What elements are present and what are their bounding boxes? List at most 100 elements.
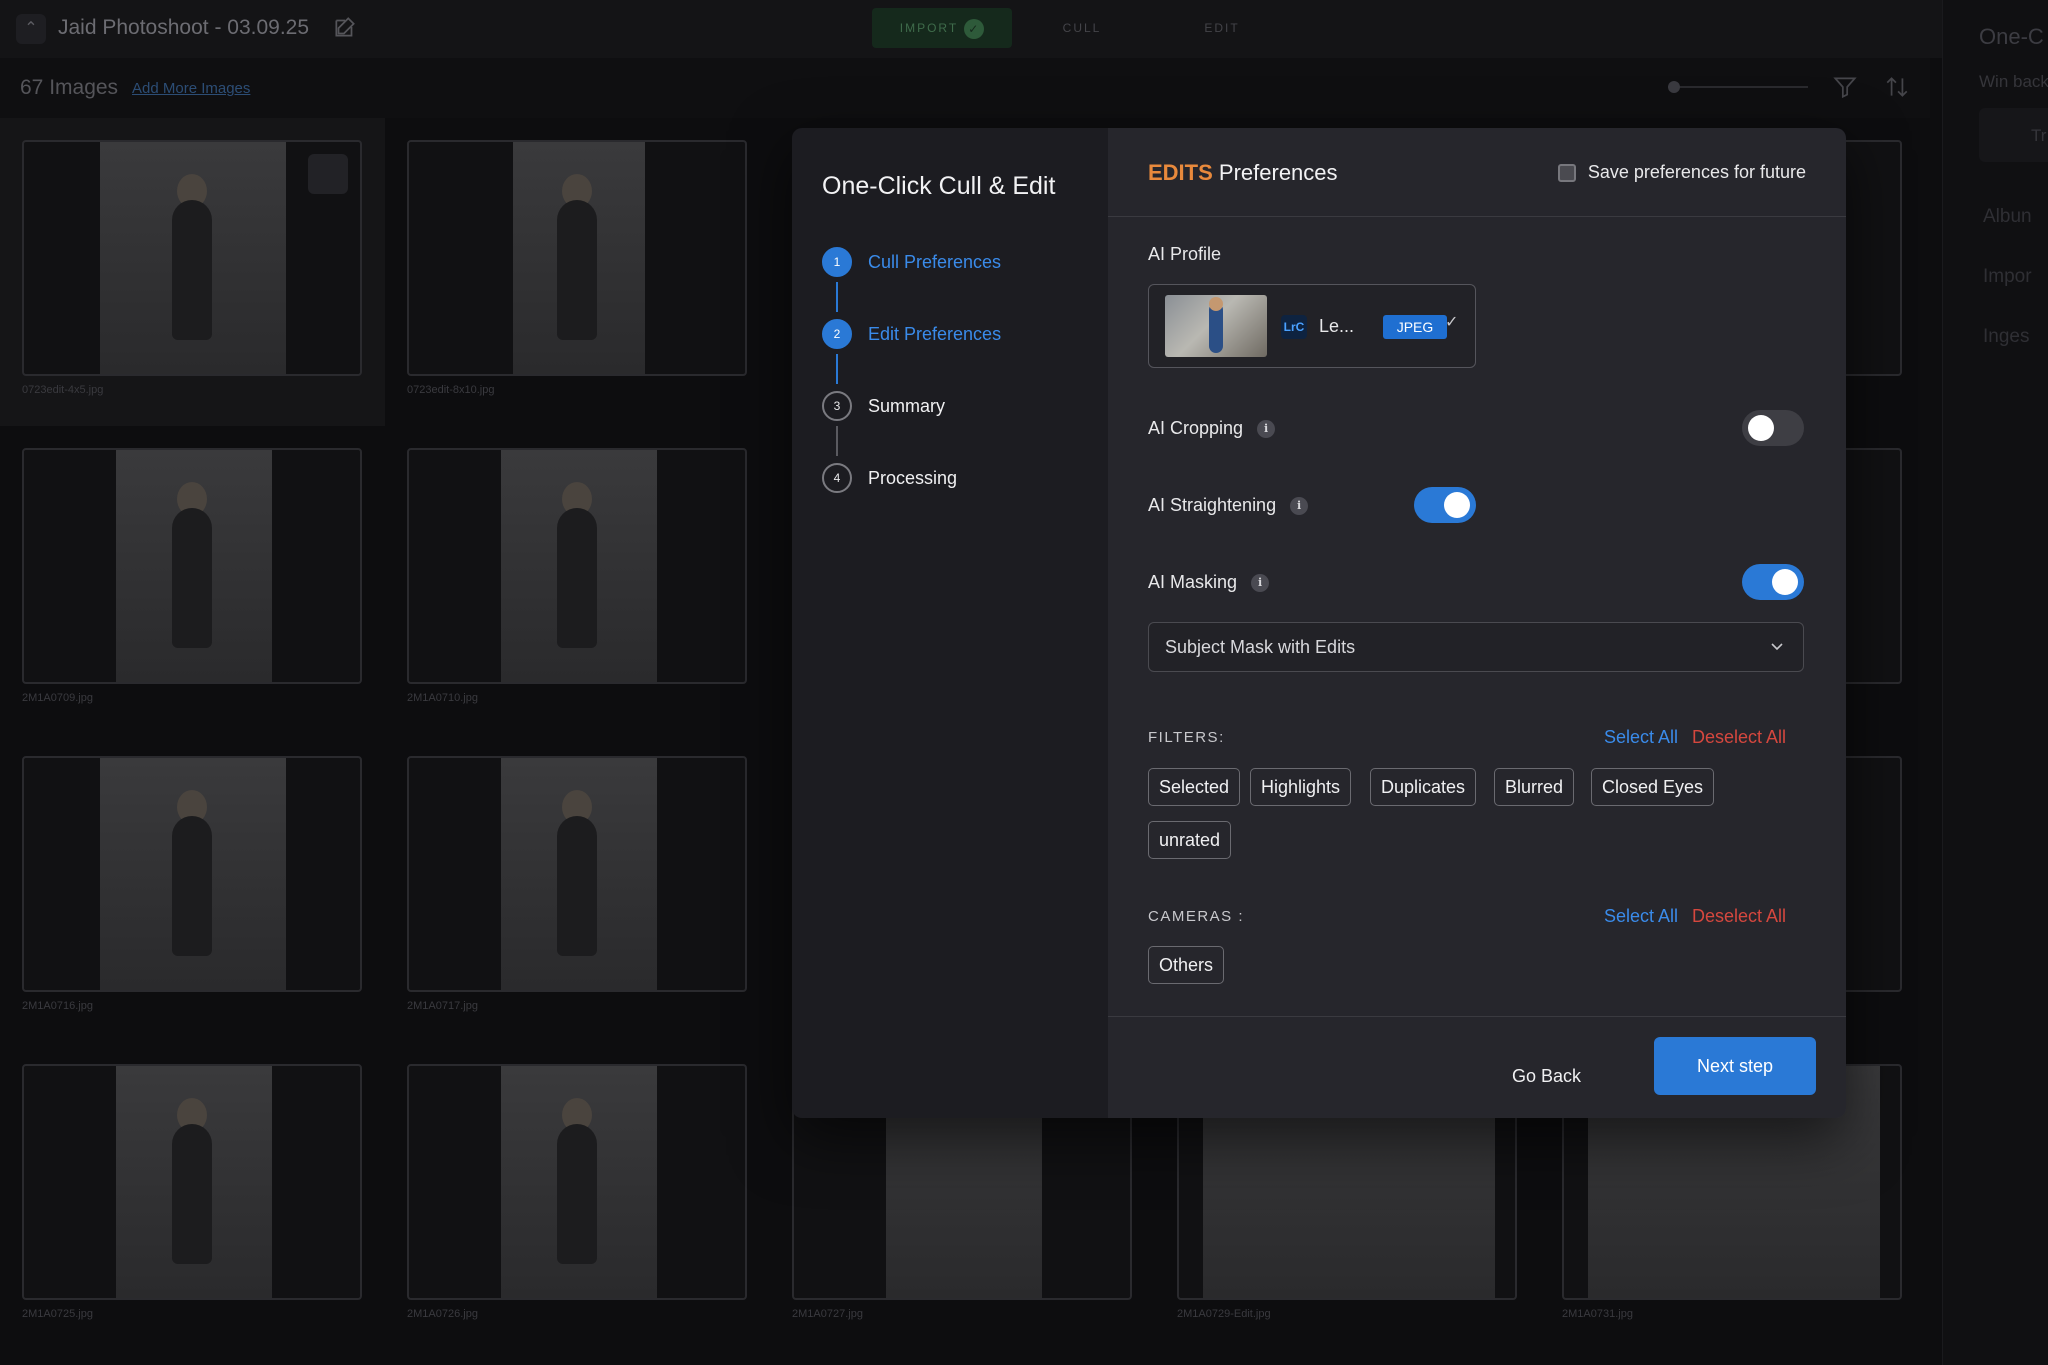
mask-type-select[interactable]: Subject Mask with Edits [1148, 622, 1804, 672]
filter-icon[interactable] [1832, 74, 1858, 100]
step-label: Processing [868, 467, 958, 488]
file-name: 2M1A0729-Edit.jpg [1177, 1308, 1271, 1320]
step-connector [836, 426, 838, 456]
panel-header: EDITS Preferences Save preferences for f… [1108, 128, 1846, 217]
file-name: 2M1A0727.jpg [792, 1308, 863, 1320]
filter-chip-unrated[interactable]: unrated [1148, 821, 1232, 859]
right-panel-subtitle: Win back [1979, 72, 2048, 91]
ai-straightening-label: AI Straightening i [1148, 495, 1309, 516]
file-name: 2M1A0726.jpg [407, 1308, 478, 1320]
right-panel-item[interactable]: Albun [1983, 206, 2032, 228]
image-thumbnail[interactable] [22, 1064, 362, 1300]
image-thumbnail[interactable] [407, 756, 747, 992]
ai-cropping-label: AI Cropping i [1148, 418, 1276, 439]
format-badge: JPEG [1383, 315, 1447, 339]
ai-straightening-toggle[interactable] [1414, 487, 1476, 523]
pencil-square-icon[interactable] [332, 14, 358, 40]
tab-import[interactable]: IMPORT ✓ [872, 8, 1012, 48]
file-name: 0723edit-4x5.jpg [22, 384, 104, 396]
panel-footer: Go Back Next step [1108, 1016, 1846, 1118]
filters-deselect-all-link[interactable]: Deselect All [1692, 727, 1786, 748]
save-preferences-label: Save preferences for future [1587, 162, 1806, 182]
save-preferences-checkbox[interactable] [1557, 163, 1576, 182]
zoom-slider[interactable] [1668, 81, 1808, 93]
image-thumbnail[interactable] [407, 1064, 747, 1300]
grid-cell[interactable]: 2M1A0716.jpg [0, 734, 385, 1042]
grid-cell[interactable]: 0723edit-4x5.jpg [0, 118, 385, 426]
grid-cell[interactable]: 2M1A0709.jpg [0, 426, 385, 734]
image-thumbnail[interactable] [407, 448, 747, 684]
file-name: 2M1A0731.jpg [1562, 1308, 1633, 1320]
grid-cell[interactable]: 0723edit-8x10.jpg [385, 118, 770, 426]
right-panel-item[interactable]: Impor [1983, 266, 2032, 288]
image-thumbnail[interactable] [22, 140, 362, 376]
add-more-images-link[interactable]: Add More Images [132, 80, 250, 97]
step-label: Cull Preferences [868, 251, 1002, 272]
check-icon: ✓ [1445, 314, 1459, 331]
info-icon[interactable]: i [1251, 574, 1270, 593]
filter-chip-highlights[interactable]: Highlights [1250, 768, 1352, 806]
info-icon[interactable]: i [1257, 420, 1276, 439]
filters-select-all-link[interactable]: Select All [1604, 727, 1678, 748]
tab-edit[interactable]: EDIT [1152, 8, 1292, 48]
camera-chip-others[interactable]: Others [1148, 946, 1225, 984]
right-panel: One-C Win back Tr Albun Impor Inges [1942, 0, 2048, 1365]
right-panel-item[interactable]: Inges [1983, 326, 2029, 348]
chevron-down-icon [1771, 643, 1783, 651]
sort-arrows-icon[interactable] [1884, 74, 1910, 100]
save-preferences-option[interactable]: Save preferences for future [1557, 162, 1806, 183]
grid-cell[interactable]: 2M1A0726.jpg [385, 1042, 770, 1350]
ai-masking-toggle[interactable] [1742, 564, 1804, 600]
go-back-button[interactable]: Go Back [1512, 1066, 1581, 1087]
filter-chip-duplicates[interactable]: Duplicates [1370, 768, 1477, 806]
project-title: Jaid Photoshoot - 03.09.25 [58, 16, 310, 39]
check-icon: ✓ [964, 18, 985, 39]
right-panel-title: One-C [1979, 24, 2044, 49]
image-thumbnail[interactable] [22, 448, 362, 684]
filter-chip-closed-eyes[interactable]: Closed Eyes [1591, 768, 1715, 806]
tab-cull[interactable]: CULL [1012, 8, 1152, 48]
step-number: 1 [822, 247, 852, 277]
next-step-button[interactable]: Next step [1654, 1037, 1816, 1095]
step-edit-preferences[interactable]: 2 Edit Preferences [822, 318, 1001, 350]
file-name: 2M1A0716.jpg [22, 1000, 93, 1012]
cameras-deselect-all-link[interactable]: Deselect All [1692, 906, 1786, 927]
step-number: 2 [822, 319, 852, 349]
ai-profile-card[interactable]: LrC Le... JPEG ✓ [1148, 284, 1476, 368]
modal-title: One-Click Cull & Edit [822, 172, 1056, 200]
filter-chip-selected[interactable]: Selected [1148, 768, 1241, 806]
step-label: Summary [868, 395, 946, 416]
trash-icon[interactable] [308, 154, 348, 194]
ai-cropping-toggle[interactable] [1742, 410, 1804, 446]
lightroom-classic-icon: LrC [1281, 315, 1307, 339]
chevron-up-icon[interactable]: ⌃ [16, 14, 46, 44]
step-cull-preferences[interactable]: 1 Cull Preferences [822, 246, 1001, 278]
ai-masking-label: AI Masking i [1148, 572, 1270, 593]
file-name: 2M1A0725.jpg [22, 1308, 93, 1320]
step-summary[interactable]: 3 Summary [822, 390, 945, 422]
stage-tabs: IMPORT ✓ CULL EDIT [872, 8, 1292, 48]
mask-type-value: Subject Mask with Edits [1165, 637, 1356, 657]
image-thumbnail[interactable] [407, 140, 747, 376]
cameras-label: CAMERAS : [1148, 908, 1245, 925]
cameras-select-all-link[interactable]: Select All [1604, 906, 1678, 927]
zoom-slider-knob[interactable] [1668, 81, 1680, 93]
image-thumbnail[interactable] [22, 756, 362, 992]
filter-chip-blurred[interactable]: Blurred [1494, 768, 1575, 806]
cull-edit-modal: One-Click Cull & Edit 1 Cull Preferences… [792, 128, 1846, 1118]
step-number: 4 [822, 463, 852, 493]
sub-bar: 67 Images Add More Images [0, 58, 1930, 118]
file-name: 2M1A0709.jpg [22, 692, 93, 704]
step-number: 3 [822, 391, 852, 421]
modal-stepper-panel: One-Click Cull & Edit 1 Cull Preferences… [792, 128, 1108, 1118]
grid-cell[interactable]: 2M1A0710.jpg [385, 426, 770, 734]
info-icon[interactable]: i [1290, 497, 1309, 516]
step-connector [836, 354, 838, 384]
grid-cell[interactable]: 2M1A0725.jpg [0, 1042, 385, 1350]
ai-profile-label: AI Profile [1148, 244, 1222, 264]
grid-cell[interactable]: 2M1A0717.jpg [385, 734, 770, 1042]
file-name: 2M1A0710.jpg [407, 692, 478, 704]
step-processing[interactable]: 4 Processing [822, 462, 957, 494]
file-name: 0723edit-8x10.jpg [407, 384, 495, 396]
right-panel-button[interactable]: Tr [1979, 108, 2048, 162]
